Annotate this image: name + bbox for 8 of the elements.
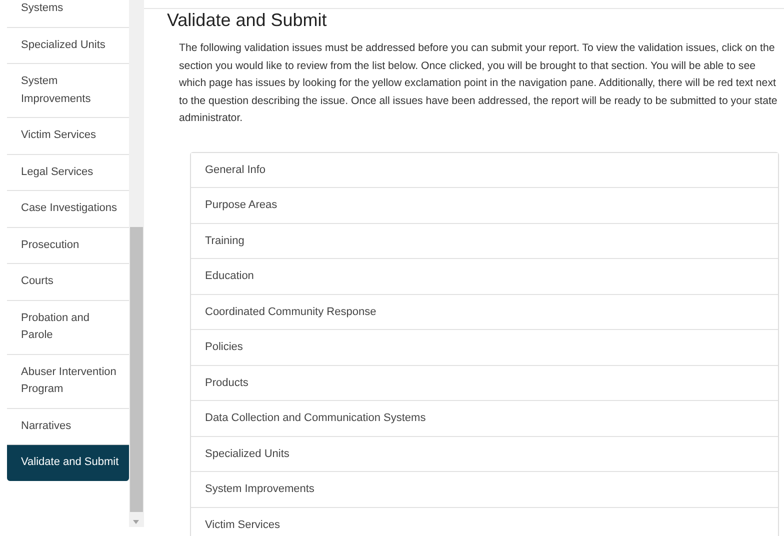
- instructions-text: The following validation issues must be addressed before you can submit your report. To view the validation issues, click on the section you would like to review from the list below. Once clicked, you will be brought to that section. You will be able to see which page has issues by looking for the yellow exclamation point in the navigation pane. Additionally, there will be red text next to the question describing the issue. Once all issues have been addressed, the report will be ready to be submitted to your state administrator.: [179, 41, 778, 126]
- scrollbar[interactable]: [129, 0, 144, 527]
- sidebar-item[interactable]: Validate and Submit: [7, 445, 129, 480]
- scroll-down-icon[interactable]: [133, 520, 139, 524]
- scrollbar-thumb[interactable]: [130, 227, 143, 512]
- page-title: Validate and Submit: [167, 9, 328, 31]
- section-link[interactable]: General Info: [191, 152, 778, 188]
- sidebar-item[interactable]: Systems: [7, 0, 129, 28]
